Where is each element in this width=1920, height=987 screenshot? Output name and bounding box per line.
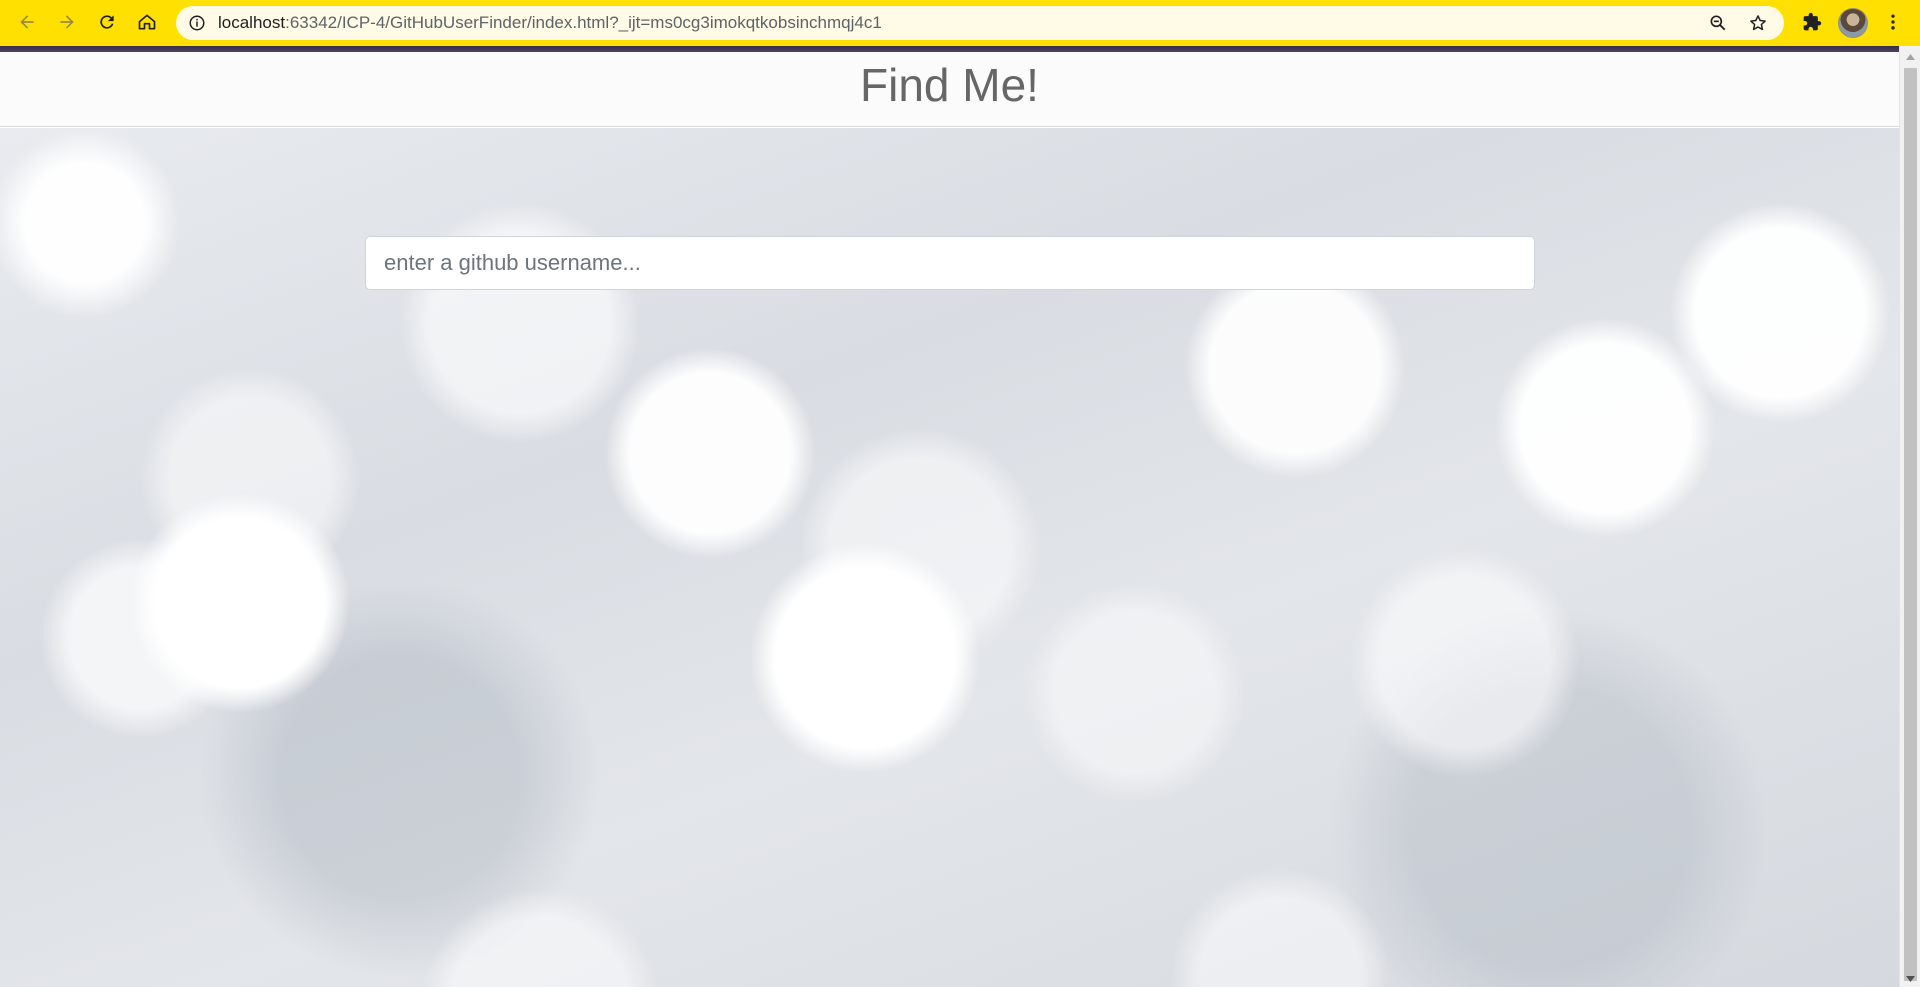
home-button[interactable] [130, 5, 164, 39]
url-text[interactable]: localhost:63342/ICP-4/GitHubUserFinder/i… [218, 6, 882, 40]
star-icon[interactable] [1748, 13, 1768, 33]
arrow-left-icon [20, 15, 34, 29]
reload-button[interactable] [90, 5, 124, 39]
navbar: Find Me! [0, 52, 1899, 127]
puzzle-icon [1803, 12, 1822, 31]
scroll-down-arrow-icon[interactable] [1900, 970, 1920, 987]
scrollbar-thumb[interactable] [1904, 68, 1917, 981]
browser-toolbar: localhost:63342/ICP-4/GitHubUserFinder/i… [0, 0, 1920, 46]
forward-button[interactable] [50, 5, 84, 39]
address-bar[interactable]: localhost:63342/ICP-4/GitHubUserFinder/i… [176, 6, 1784, 40]
arrow-right-icon [60, 15, 74, 29]
home-icon [138, 14, 156, 30]
back-button[interactable] [10, 5, 44, 39]
url-host: localhost [218, 13, 286, 32]
browser-menu-button[interactable] [1876, 5, 1910, 39]
profile-avatar[interactable] [1838, 8, 1868, 38]
url-path: :63342/ICP-4/GitHubUserFinder/index.html… [285, 13, 882, 32]
zoom-out-icon[interactable] [1708, 13, 1728, 33]
page-title[interactable]: Find Me! [860, 58, 1039, 112]
extensions-button[interactable] [1795, 5, 1829, 39]
reload-icon [100, 15, 114, 29]
scroll-up-arrow-icon[interactable] [1900, 48, 1920, 65]
search-container [365, 236, 1535, 290]
page-viewport: Find Me! [0, 52, 1899, 987]
kebab-menu-icon [1891, 14, 1895, 30]
vertical-scrollbar[interactable] [1899, 46, 1920, 987]
info-icon[interactable] [188, 14, 206, 32]
search-input[interactable] [365, 236, 1535, 290]
